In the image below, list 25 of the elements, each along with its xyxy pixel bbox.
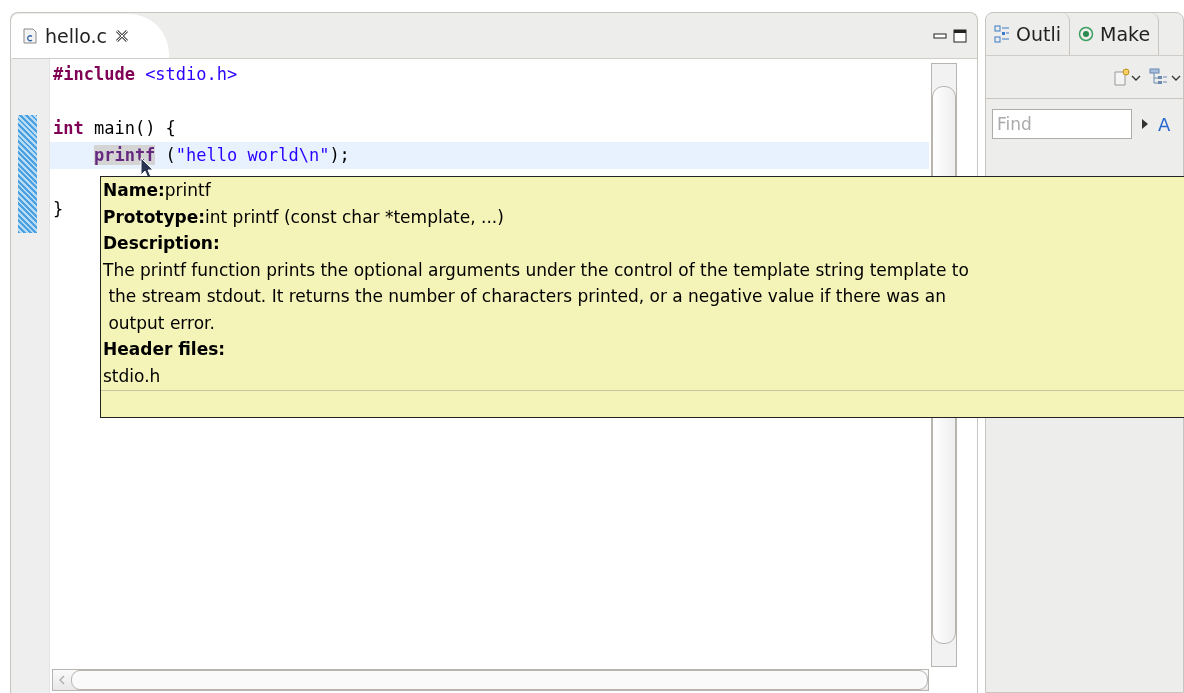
view-tab[interactable]: Outli: [986, 13, 1070, 55]
outline-icon: [994, 25, 1010, 43]
view-tab[interactable]: Make: [1070, 13, 1160, 55]
new-item-icon[interactable]: [1113, 67, 1143, 87]
maximize-icon[interactable]: [953, 28, 967, 43]
find-field[interactable]: Find: [992, 109, 1132, 139]
close-icon[interactable]: [115, 28, 130, 43]
code-line: #include <stdio.h>: [53, 63, 238, 86]
header-files-heading: Header files:: [103, 338, 227, 361]
code-line: }: [53, 198, 64, 221]
link[interactable]: A: [1158, 113, 1171, 135]
c-file-icon: [23, 27, 37, 44]
name-info: Name:printf: [103, 179, 212, 202]
description-heading: Description:: [103, 232, 221, 255]
header-file-name: stdio.h: [103, 364, 162, 388]
editor-tab[interactable]: hello.c: [11, 13, 170, 58]
horizontal-scrollbar[interactable]: [52, 669, 929, 691]
code-line: printf ("hello world\n");: [93, 144, 350, 167]
description-text: The printf function prints the optional arguments under the control of the template string template to the stream stdout. It returns the number of characters printed, or a negative value if there was an output error.: [103, 258, 970, 335]
minimize-icon[interactable]: [933, 31, 947, 40]
expand-arrow-icon[interactable]: [1142, 119, 1148, 129]
target-icon: [1078, 26, 1094, 42]
tree-icon[interactable]: [1149, 67, 1183, 87]
code-line: int main() {: [53, 117, 176, 140]
prototype-info: Prototype:int printf (const char *template, ...): [103, 205, 505, 229]
